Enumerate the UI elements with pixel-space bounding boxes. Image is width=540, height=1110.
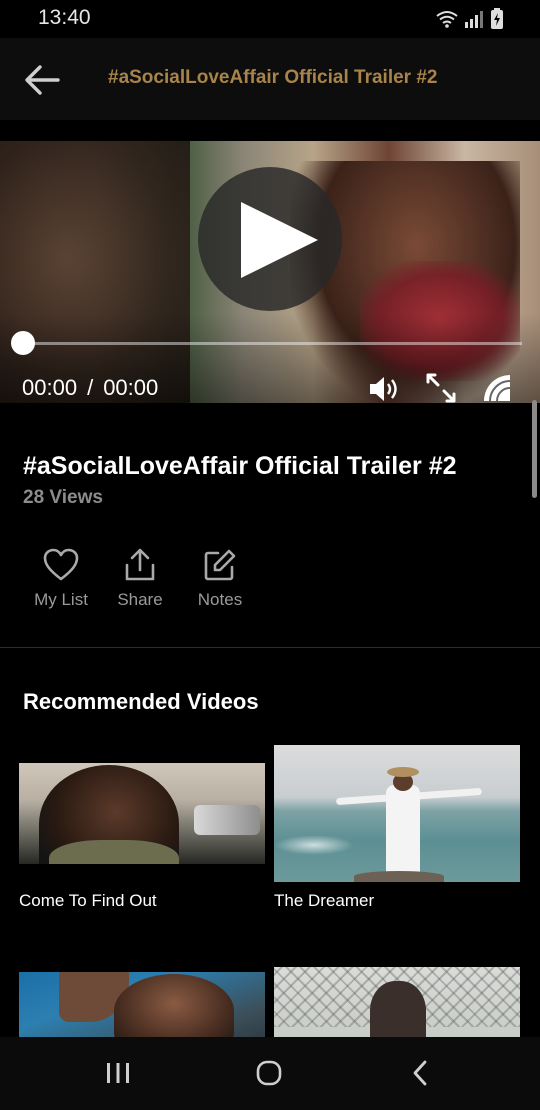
share-button[interactable]: Share — [113, 548, 167, 610]
time-display: 00:00 / 00:00 — [22, 375, 158, 401]
recents-button[interactable] — [96, 1055, 140, 1091]
view-count: 28 Views — [23, 487, 103, 508]
system-nav-bar — [0, 1037, 540, 1110]
fullscreen-icon — [426, 373, 456, 403]
play-icon — [241, 202, 318, 278]
status-time: 13:40 — [38, 6, 91, 29]
thumbnail-letterbox — [19, 864, 265, 882]
thumbnail-rock — [354, 871, 444, 882]
video-card-title[interactable]: The Dreamer — [274, 891, 374, 911]
arrow-left-icon — [25, 65, 60, 95]
back-button[interactable] — [20, 58, 64, 102]
current-time: 00:00 — [22, 375, 78, 400]
video-thumbnail[interactable] — [19, 745, 265, 882]
time-separator: / — [87, 375, 94, 400]
share-label: Share — [117, 590, 163, 609]
my-list-label: My List — [34, 590, 88, 609]
thumbnail-figure — [386, 785, 420, 875]
nav-back-button[interactable] — [398, 1055, 442, 1091]
home-button[interactable] — [247, 1055, 291, 1091]
notes-button[interactable]: Notes — [192, 548, 248, 610]
video-thumbnail[interactable] — [274, 745, 520, 882]
wifi-icon — [436, 11, 458, 28]
thumbnail-microphone — [194, 805, 260, 835]
volume-icon — [370, 377, 397, 401]
back-icon — [413, 1060, 427, 1086]
status-icons — [436, 8, 504, 30]
video-card-title[interactable]: Come To Find Out — [19, 891, 157, 911]
seek-bar[interactable] — [22, 342, 522, 345]
app-bar: #aSocialLoveAffair Official Trailer #2 — [0, 38, 540, 120]
divider — [0, 647, 540, 648]
seek-thumb[interactable] — [11, 331, 35, 355]
my-list-button[interactable]: My List — [28, 548, 94, 610]
fullscreen-button[interactable] — [424, 371, 458, 403]
cast-button[interactable] — [482, 373, 516, 403]
thumbnail-figure — [387, 767, 419, 777]
thumbnail-surf — [274, 835, 354, 855]
share-icon — [125, 548, 155, 581]
heart-icon — [43, 548, 79, 581]
action-row: My List Share Notes — [0, 548, 540, 618]
home-icon — [256, 1060, 282, 1086]
signal-icon — [465, 11, 483, 28]
notes-label: Notes — [197, 590, 243, 609]
play-button[interactable] — [198, 167, 342, 311]
video-title: #aSocialLoveAffair Official Trailer #2 — [23, 452, 457, 480]
edit-icon — [204, 549, 236, 581]
page-title: #aSocialLoveAffair Official Trailer #2 — [108, 67, 438, 88]
cast-icon — [484, 375, 511, 402]
duration: 00:00 — [103, 375, 159, 400]
recommended-heading: Recommended Videos — [23, 689, 259, 714]
volume-button[interactable] — [368, 375, 402, 403]
status-bar: 13:40 — [0, 0, 540, 38]
scroll-indicator[interactable] — [532, 400, 537, 498]
video-player[interactable]: 00:00 / 00:00 — [0, 141, 540, 403]
battery-charging-icon — [491, 8, 503, 29]
recents-icon — [107, 1063, 129, 1083]
spacer — [0, 120, 540, 141]
